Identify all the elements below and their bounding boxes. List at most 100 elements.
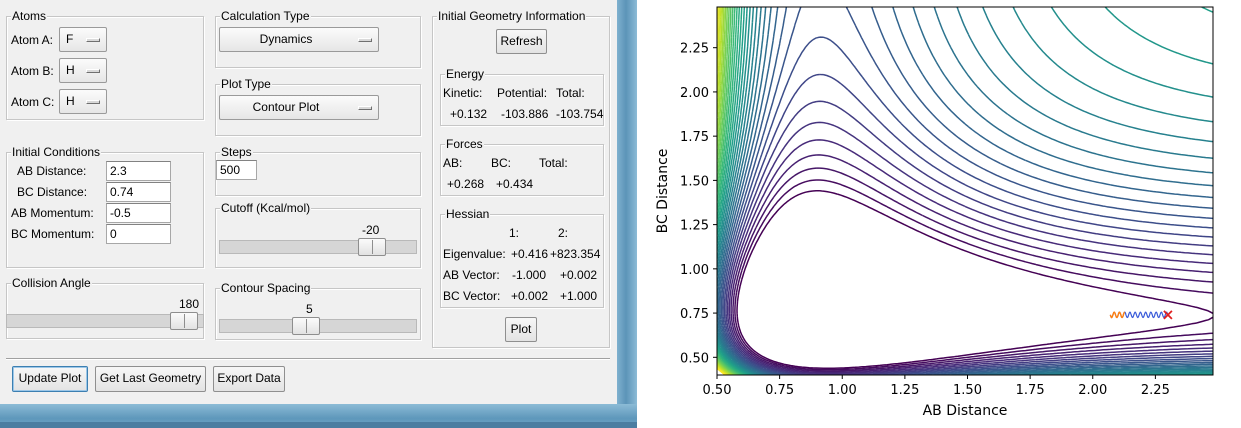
contour-spacing-slider[interactable] — [219, 317, 417, 335]
potential-header: Potential: — [497, 86, 548, 100]
ab-distance-field[interactable] — [106, 161, 171, 181]
y-tick-label: 2.25 — [680, 42, 709, 57]
kinetic-header: Kinetic: — [443, 86, 483, 100]
force-total-header: Total: — [539, 156, 568, 170]
bc-distance-label: BC Distance: — [17, 185, 88, 199]
steps-legend: Steps — [220, 145, 253, 159]
atom-c-label: Atom C: — [11, 95, 55, 109]
y-tick-label: 1.00 — [680, 263, 709, 278]
window-frame-bottom — [0, 404, 637, 428]
y-axis: 0.50 0.75 1.00 1.25 1.50 1.75 2.00 2.25 — [680, 42, 717, 366]
x-tick-label: 0.75 — [765, 383, 794, 398]
total-energy-value: -103.754 — [556, 107, 604, 121]
refresh-button[interactable]: Refresh — [496, 29, 547, 54]
x-tick-label: 1.00 — [828, 383, 857, 398]
bc-vector-2: +1.000 — [560, 289, 598, 303]
menu-indicator-icon — [86, 38, 100, 42]
atom-a-menu[interactable]: F — [59, 27, 107, 52]
update-plot-button[interactable]: Update Plot — [12, 366, 88, 392]
atoms-legend: Atoms — [11, 9, 48, 23]
x-tick-label: 1.25 — [890, 383, 919, 398]
plot-type-menu[interactable]: Contour Plot — [219, 95, 379, 120]
ab-vector-1: -1.000 — [512, 268, 547, 282]
force-ab-header: AB: — [443, 156, 463, 170]
trajectory — [1109, 310, 1173, 320]
y-tick-label: 1.50 — [680, 174, 709, 189]
export-data-button[interactable]: Export Data — [213, 366, 285, 392]
bc-momentum-label: BC Momentum: — [11, 227, 95, 241]
kinetic-value: +0.132 — [450, 107, 488, 121]
menu-indicator-icon — [86, 69, 100, 73]
y-axis-label: BC Distance — [655, 149, 671, 234]
bc-vector-1: +0.002 — [511, 289, 549, 303]
cutoff-slider-thumb[interactable] — [358, 238, 386, 256]
contour-level — [717, 7, 1213, 375]
atom-c-menu[interactable]: H — [59, 89, 107, 114]
menu-indicator-icon — [358, 106, 372, 110]
plot-button[interactable]: Plot — [505, 317, 537, 342]
collision-angle-legend: Collision Angle — [11, 276, 92, 290]
control-window: Atoms Atom A: F Atom B: H Atom C: H Calc… — [0, 0, 617, 404]
initial-conditions-legend: Initial Conditions — [11, 145, 102, 159]
contour-level — [732, 167, 1213, 372]
eigenvalue-1: +0.416 — [511, 247, 549, 261]
x-tick-label: 0.50 — [703, 383, 732, 398]
atom-b-label: Atom B: — [11, 64, 54, 78]
geometry-legend: Initial Geometry Information — [437, 9, 587, 23]
bc-distance-field[interactable] — [106, 182, 171, 202]
contour-level — [717, 7, 1213, 375]
energy-legend: Energy — [445, 67, 486, 81]
y-tick-label: 0.75 — [680, 307, 709, 322]
contour-level — [717, 7, 1213, 375]
bc-vector-label: BC Vector: — [443, 289, 501, 303]
ab-distance-label: AB Distance: — [17, 164, 87, 178]
window-frame-right — [617, 0, 637, 428]
cutoff-slider[interactable] — [219, 238, 417, 256]
force-bc-header: BC: — [491, 156, 512, 170]
contour-spacing-slider-thumb[interactable] — [292, 317, 320, 335]
collision-angle-slider[interactable] — [6, 312, 204, 330]
y-tick-label: 0.50 — [680, 351, 709, 366]
contour-level — [717, 7, 1213, 375]
contour-level — [723, 73, 1213, 375]
calc-type-menu[interactable]: Dynamics — [219, 27, 379, 52]
hessian-col2-header: 2: — [558, 226, 569, 240]
y-tick-label: 1.25 — [680, 219, 709, 234]
trajectory-end-segment — [1109, 311, 1126, 319]
contour-level — [717, 7, 1213, 375]
collision-angle-slider-thumb[interactable] — [170, 312, 198, 330]
menu-indicator-icon — [86, 100, 100, 104]
ab-momentum-field[interactable] — [106, 203, 171, 223]
force-bc-value: +0.434 — [496, 177, 534, 191]
contour-level — [717, 7, 1213, 375]
get-last-geometry-button[interactable]: Get Last Geometry — [95, 366, 206, 392]
cutoff-value: -20 — [362, 223, 380, 237]
contour-level — [717, 7, 1213, 375]
contour-level — [717, 7, 1213, 375]
atom-b-menu[interactable]: H — [59, 58, 107, 83]
contour-level — [725, 100, 1213, 375]
collision-angle-value: 180 — [179, 297, 200, 311]
x-axis-label: AB Distance — [923, 403, 1008, 419]
forces-legend: Forces — [445, 137, 484, 151]
contour-plot: 0.50 0.75 1.00 1.25 1.50 1.75 2.00 2.25 0.50 0.7… — [655, 6, 1214, 419]
ab-momentum-label: AB Momentum: — [11, 206, 94, 220]
plot-frame — [716, 6, 1214, 376]
contour-level — [719, 7, 1213, 375]
potential-value: -103.886 — [501, 107, 549, 121]
force-ab-value: +0.268 — [447, 177, 485, 191]
steps-field[interactable] — [216, 160, 257, 180]
ab-vector-2: +0.002 — [560, 268, 598, 282]
cutoff-legend: Cutoff (Kcal/mol) — [220, 201, 312, 215]
bc-momentum-field[interactable] — [106, 224, 171, 244]
separator-line — [6, 358, 610, 360]
total-energy-header: Total: — [556, 86, 585, 100]
x-tick-label: 1.75 — [1016, 383, 1045, 398]
x-tick-label: 2.00 — [1078, 383, 1107, 398]
y-tick-label: 1.75 — [680, 130, 709, 145]
hessian-col1-header: 1: — [509, 226, 520, 240]
eigenvalue-label: Eigenvalue: — [443, 247, 506, 261]
y-tick-label: 2.00 — [680, 86, 709, 101]
collision-angle-group: Collision Angle — [6, 276, 204, 339]
menu-indicator-icon — [358, 38, 372, 42]
